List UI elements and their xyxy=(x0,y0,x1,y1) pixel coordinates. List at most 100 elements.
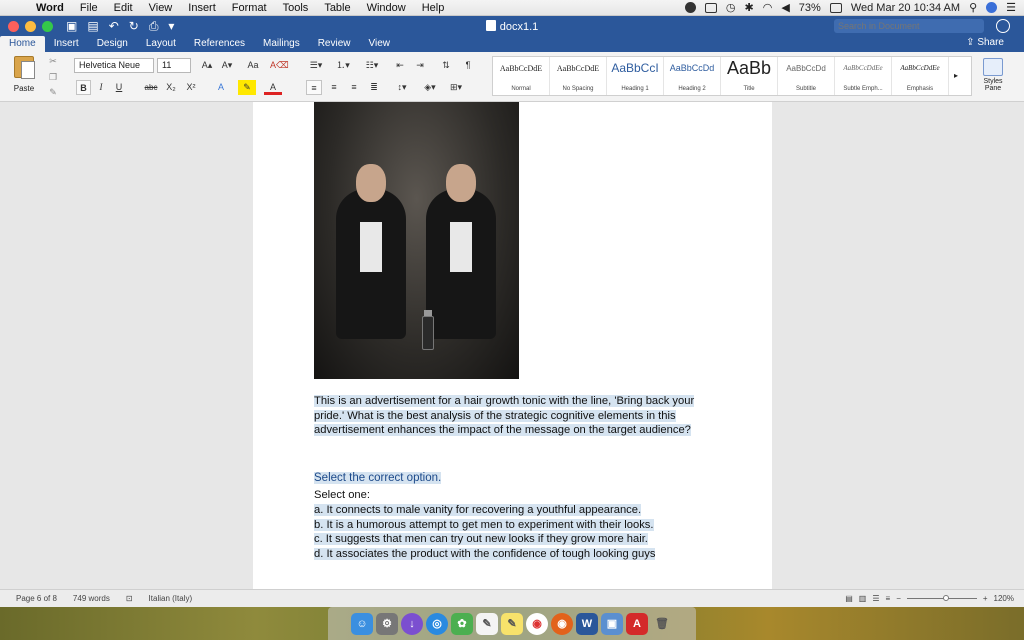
menu-tools[interactable]: Tools xyxy=(275,2,317,14)
volume-icon[interactable]: ◀ xyxy=(781,1,789,14)
italic-button[interactable]: I xyxy=(94,80,108,95)
cut-icon[interactable]: ✂ xyxy=(48,56,58,66)
format-painter-icon[interactable]: ✎ xyxy=(48,87,58,97)
spotlight-icon[interactable]: ⚲ xyxy=(969,1,977,14)
highlight-color-icon[interactable]: ✎ xyxy=(238,80,256,95)
menu-window[interactable]: Window xyxy=(359,2,414,14)
page-count[interactable]: Page 6 of 8 xyxy=(16,594,57,603)
style-subtitle[interactable]: AaBbCcDd Subtitle xyxy=(778,57,835,95)
close-window-button[interactable] xyxy=(8,20,19,32)
subscript-button[interactable]: X₂ xyxy=(164,80,178,95)
tab-view[interactable]: View xyxy=(360,36,400,52)
show-formatting-icon[interactable]: ¶ xyxy=(460,58,476,73)
siri-icon[interactable] xyxy=(986,2,998,13)
numbering-icon[interactable]: ⒈▾ xyxy=(332,58,354,73)
photos-icon[interactable]: ✿ xyxy=(451,612,473,635)
sort-icon[interactable]: ⇅ xyxy=(438,58,454,73)
bold-button[interactable]: B xyxy=(76,80,91,95)
zoom-slider-knob[interactable] xyxy=(942,595,949,601)
downloads-icon[interactable]: ↓ xyxy=(401,612,423,635)
proofing-icon[interactable]: ⊡ xyxy=(126,594,133,603)
print-icon[interactable]: ⎙ xyxy=(149,19,159,34)
bullets-icon[interactable]: ☰▾ xyxy=(305,58,327,73)
menu-edit[interactable]: Edit xyxy=(106,2,141,14)
option-b[interactable]: b. It is a humorous attempt to get men t… xyxy=(314,518,714,533)
decrease-indent-icon[interactable]: ⇤ xyxy=(392,58,408,73)
word-icon[interactable]: W xyxy=(576,612,598,635)
font-color-icon[interactable]: A xyxy=(264,80,282,95)
menu-table[interactable]: Table xyxy=(316,2,358,14)
print-layout-view-icon[interactable]: ▤ xyxy=(845,594,853,603)
clear-formatting-icon[interactable]: A⌫ xyxy=(270,58,289,73)
tab-home[interactable]: Home xyxy=(0,36,45,52)
menu-insert[interactable]: Insert xyxy=(180,2,224,14)
style-heading-2[interactable]: AaBbCcDd Heading 2 xyxy=(664,57,721,95)
menu-format[interactable]: Format xyxy=(224,2,275,14)
align-right-icon[interactable]: ≡ xyxy=(346,80,362,95)
menu-view[interactable]: View xyxy=(141,2,181,14)
shrink-font-icon[interactable]: A▾ xyxy=(218,58,236,73)
menu-file[interactable]: File xyxy=(72,2,106,14)
draft-view-icon[interactable]: ≡ xyxy=(886,594,891,603)
search-in-document-input[interactable] xyxy=(834,19,984,33)
zoom-in-icon[interactable]: + xyxy=(983,594,988,603)
customize-toolbar-icon[interactable]: ▾ xyxy=(168,19,174,33)
advertisement-image[interactable] xyxy=(314,102,519,379)
word-count[interactable]: 749 words xyxy=(73,594,110,603)
sidebar-icon[interactable]: ▣ xyxy=(66,19,77,33)
style-emphasis[interactable]: AaBbCcDdEe Emphasis xyxy=(892,57,949,95)
style-normal[interactable]: AaBbCcDdE Normal xyxy=(493,57,550,95)
zoom-level[interactable]: 120% xyxy=(994,594,1014,603)
language[interactable]: Italian (Italy) xyxy=(149,594,193,603)
web-layout-view-icon[interactable]: ▥ xyxy=(859,594,867,603)
multilevel-list-icon[interactable]: ☷▾ xyxy=(360,58,384,73)
option-a[interactable]: a. It connects to male vanity for recove… xyxy=(314,503,714,518)
align-left-icon[interactable]: ≡ xyxy=(306,80,322,95)
bluetooth-icon[interactable]: ✱ xyxy=(744,1,753,14)
style-heading-1[interactable]: AaBbCcI Heading 1 xyxy=(607,57,664,95)
system-preferences-icon[interactable]: ⚙ xyxy=(376,612,398,635)
minimize-window-button[interactable] xyxy=(25,20,36,32)
strikethrough-button[interactable]: abc xyxy=(142,80,160,95)
zoom-window-button[interactable] xyxy=(42,20,53,32)
superscript-button[interactable]: X² xyxy=(184,80,198,95)
clock[interactable]: Wed Mar 20 10:34 AM xyxy=(851,2,960,14)
zoom-out-icon[interactable]: − xyxy=(896,594,901,603)
increase-indent-icon[interactable]: ⇥ xyxy=(412,58,428,73)
battery-percent[interactable]: 73% xyxy=(799,2,821,14)
feedback-smiley-icon[interactable] xyxy=(996,19,1010,33)
trash-icon[interactable]: 🗑 xyxy=(651,613,673,635)
outline-view-icon[interactable]: ☰ xyxy=(872,594,879,603)
undo-icon[interactable]: ↶ xyxy=(109,19,119,33)
notes-icon[interactable]: ✎ xyxy=(476,612,498,635)
redo-icon[interactable]: ↻ xyxy=(129,19,139,33)
option-c[interactable]: c. It suggests that men can try out new … xyxy=(314,532,714,547)
question-text[interactable]: This is an advertisement for a hair grow… xyxy=(314,394,714,438)
shading-icon[interactable]: ◈▾ xyxy=(420,80,440,95)
status-app-icon[interactable] xyxy=(684,2,696,13)
styles-more-icon[interactable]: ▸ xyxy=(949,57,963,95)
battery-icon[interactable] xyxy=(829,2,842,13)
style-no-spacing[interactable]: AaBbCcDdE No Spacing xyxy=(550,57,607,95)
paste-button[interactable]: Paste xyxy=(6,56,42,98)
text-effects-icon[interactable]: A xyxy=(212,80,230,95)
safari-icon[interactable]: ◎ xyxy=(426,612,448,635)
change-case-icon[interactable]: Aa xyxy=(242,58,264,73)
tab-design[interactable]: Design xyxy=(88,36,137,52)
airplay-icon[interactable] xyxy=(704,2,717,13)
borders-icon[interactable]: ⊞▾ xyxy=(446,80,466,95)
align-center-icon[interactable]: ≡ xyxy=(326,80,342,95)
wifi-icon[interactable]: ◠ xyxy=(763,1,773,14)
option-d[interactable]: d. It associates the product with the co… xyxy=(314,547,714,562)
chrome-icon[interactable]: ◉ xyxy=(526,612,548,635)
menu-help[interactable]: Help xyxy=(414,2,453,14)
style-subtle-emphasis[interactable]: AaBbCcDdEe Subtle Emph... xyxy=(835,57,892,95)
justify-icon[interactable]: ≣ xyxy=(366,80,382,95)
menu-app-name[interactable]: Word xyxy=(28,2,72,14)
acrobat-icon[interactable]: A xyxy=(626,612,648,635)
preview-icon[interactable]: ▣ xyxy=(601,612,623,635)
select-prompt[interactable]: Select the correct option. xyxy=(314,471,714,486)
style-title[interactable]: AaBb Title xyxy=(721,57,778,95)
tab-layout[interactable]: Layout xyxy=(137,36,185,52)
tab-insert[interactable]: Insert xyxy=(45,36,88,52)
